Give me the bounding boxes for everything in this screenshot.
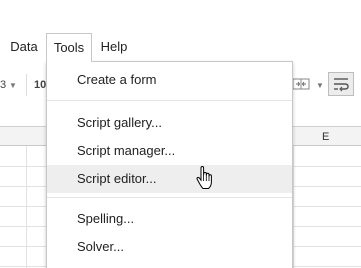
wrap-text-icon <box>334 78 349 92</box>
menu-item-solver[interactable]: Solver... <box>47 233 292 261</box>
chevron-down-icon[interactable]: ▼ <box>316 81 324 90</box>
menu-item-script-gallery[interactable]: Script gallery... <box>47 109 292 137</box>
menu-item-create-form[interactable]: Create a form <box>47 66 292 94</box>
menu-separator <box>47 197 292 198</box>
wrap-text-button[interactable] <box>328 72 354 96</box>
menu-data[interactable]: Data <box>4 33 44 61</box>
font-size-partial-2[interactable]: 10 <box>34 79 46 91</box>
grid-line <box>293 146 294 268</box>
toolbar-divider <box>26 74 27 96</box>
menu-item-script-manager[interactable]: Script manager... <box>47 137 292 165</box>
menu-bar: Data Tools Help <box>0 33 361 62</box>
merge-cells-icon[interactable] <box>292 77 310 91</box>
hand-cursor-icon <box>195 165 215 190</box>
grid-line <box>26 146 27 268</box>
chevron-down-icon[interactable]: ▼ <box>9 81 17 90</box>
font-size-partial[interactable]: 3 <box>0 79 6 91</box>
menu-help[interactable]: Help <box>94 33 134 61</box>
menu-item-spelling[interactable]: Spelling... <box>47 205 292 233</box>
menu-separator <box>47 100 292 101</box>
tools-menu: Create a form Script gallery... Script m… <box>46 61 293 268</box>
spreadsheet-window: Data Tools Help 3 ▼ 10 ▼ E Create a form… <box>0 0 361 268</box>
menu-tools[interactable]: Tools <box>46 33 92 62</box>
column-header-e[interactable]: E <box>322 131 329 143</box>
menu-item-script-editor[interactable]: Script editor... <box>47 165 292 193</box>
